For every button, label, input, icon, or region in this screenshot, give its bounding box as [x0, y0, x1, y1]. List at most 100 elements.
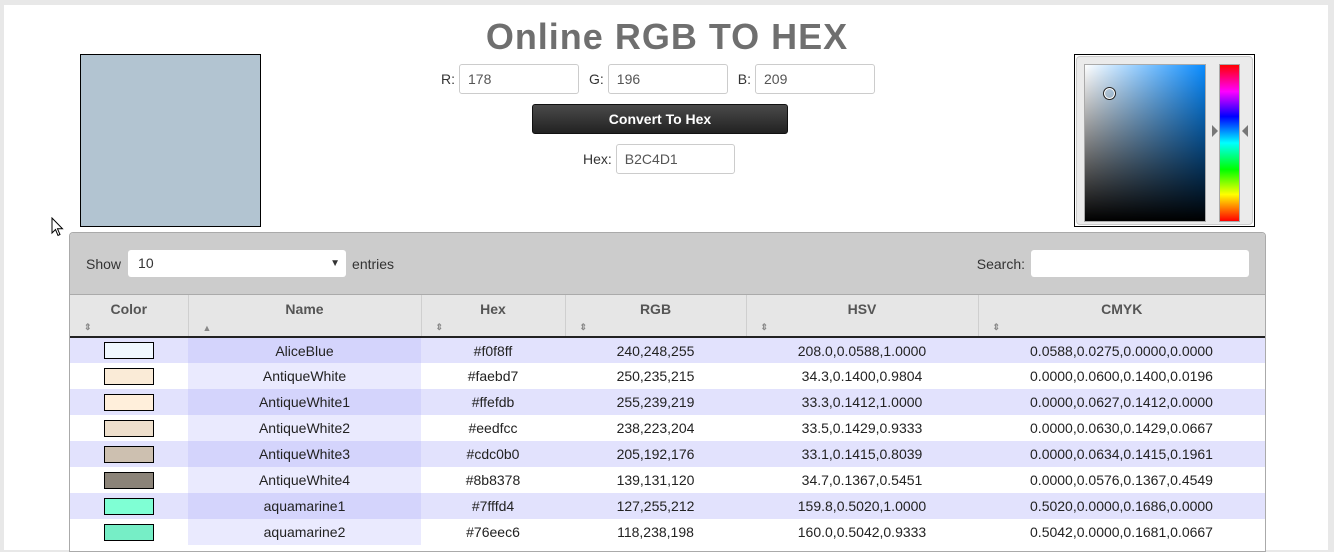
b-input[interactable]: [755, 64, 876, 94]
entries-label: entries: [352, 255, 395, 272]
colors-datatable: Show 10 ▼ entries Search: Color ⇕ Name ▲ H…: [69, 232, 1266, 552]
name-cell: AliceBlue: [188, 337, 421, 363]
color-picker: [1074, 54, 1255, 227]
color-swatch: [104, 471, 154, 489]
cmyk-cell: 0.0000,0.0576,0.1367,0.4549: [978, 467, 1265, 493]
column-header-hsv[interactable]: HSV ⇕: [746, 295, 979, 338]
hue-arrow-right-icon: [1212, 125, 1218, 137]
color-swatch-cell: [70, 337, 188, 363]
color-preview: [80, 54, 261, 227]
hsv-cell: 34.3,0.1400,0.9804: [746, 363, 978, 389]
name-cell: AntiqueWhite3: [188, 441, 421, 467]
column-header-name[interactable]: Name ▲: [188, 295, 422, 338]
page-title: Online RGB TO HEX: [485, 16, 849, 57]
search-label: Search:: [976, 255, 1025, 272]
color-swatch-cell: [70, 519, 188, 545]
color-picker-panel: [1076, 56, 1253, 225]
hex-cell: #f0f8ff: [421, 337, 565, 363]
hex-output-row: Hex:: [583, 144, 735, 174]
hex-cell: #8b8378: [421, 467, 565, 493]
hex-label: Hex:: [583, 151, 612, 167]
hsv-cell: 34.7,0.1367,0.5451: [746, 467, 978, 493]
table-row[interactable]: AntiqueWhite4 #8b8378 139,131,120 34.7,0.13…: [70, 467, 1265, 493]
color-swatch: [104, 342, 154, 360]
sort-both-icon: ⇕: [579, 322, 588, 332]
color-swatch-cell: [70, 389, 188, 415]
sort-both-icon: ⇕: [992, 322, 1001, 332]
sort-asc-icon: ▲: [202, 323, 212, 333]
name-cell: aquamarine2: [188, 519, 421, 545]
chevron-down-icon: ▼: [330, 258, 341, 269]
hex-cell: #eedfcc: [421, 415, 565, 441]
cmyk-cell: 0.5042,0.0000,0.1681,0.0667: [978, 519, 1265, 545]
cmyk-cell: 0.0000,0.0600,0.1400,0.0196: [978, 363, 1265, 389]
sort-both-icon: ⇕: [760, 322, 769, 332]
color-swatch: [104, 445, 154, 463]
table-controls: Show 10 ▼ entries Search:: [70, 233, 1265, 295]
rgb-cell: 139,131,120: [565, 467, 746, 493]
color-swatch: [104, 393, 154, 411]
hsv-cell: 33.5,0.1429,0.9333: [746, 415, 978, 441]
search-input[interactable]: [1031, 250, 1249, 277]
table-row[interactable]: AntiqueWhite2 #eedfcc 238,223,204 33.5,0.14…: [70, 415, 1265, 441]
name-cell: AntiqueWhite2: [188, 415, 421, 441]
g-label: G:: [589, 71, 604, 87]
r-label: R:: [441, 71, 455, 87]
cmyk-cell: 0.0000,0.0630,0.1429,0.0667: [978, 415, 1265, 441]
hsv-cell: 160.0,0.5042,0.9333: [746, 519, 978, 545]
table-header-row: Color ⇕ Name ▲ Hex ⇕ RGB ⇕ HSV ⇕ CMYK ⇕: [70, 295, 1265, 338]
rgb-input-row: R: G: B:: [441, 64, 876, 94]
color-swatch: [104, 523, 154, 541]
table-row[interactable]: AntiqueWhite1 #ffefdb 255,239,219 33.3,0.14…: [70, 389, 1265, 415]
column-header-rgb[interactable]: RGB ⇕: [565, 295, 747, 338]
color-swatch-cell: [70, 415, 188, 441]
cmyk-cell: 0.5020,0.0000,0.1686,0.0000: [978, 493, 1265, 519]
hex-cell: #cdc0b0: [421, 441, 565, 467]
color-swatch-cell: [70, 441, 188, 467]
column-header-hex[interactable]: Hex ⇕: [421, 295, 566, 338]
sort-both-icon: ⇕: [84, 322, 92, 332]
rgb-cell: 255,239,219: [565, 389, 746, 415]
rgb-cell: 118,238,198: [565, 519, 746, 545]
table-row[interactable]: AntiqueWhite #faebd7 250,235,215 34.3,0.140…: [70, 363, 1265, 389]
hsv-cell: 33.3,0.1412,1.0000: [746, 389, 978, 415]
colors-table: Color ⇕ Name ▲ Hex ⇕ RGB ⇕ HSV ⇕ CMYK ⇕ AliceB…: [70, 295, 1265, 545]
column-header-color[interactable]: Color ⇕: [70, 295, 189, 338]
sort-both-icon: ⇕: [435, 322, 444, 332]
g-input[interactable]: [607, 64, 728, 94]
b-label: B:: [737, 71, 752, 87]
hex-cell: #ffefdb: [421, 389, 565, 415]
entries-select[interactable]: 10 ▼: [128, 250, 347, 277]
name-cell: AntiqueWhite1: [188, 389, 421, 415]
color-swatch-cell: [70, 467, 188, 493]
color-swatch-cell: [70, 363, 188, 389]
table-row[interactable]: aquamarine2 #76eec6 118,238,198 160.0,0.504…: [70, 519, 1265, 545]
show-label: Show: [86, 255, 122, 272]
picker-cursor-icon[interactable]: [1103, 87, 1116, 100]
saturation-value-field[interactable]: [1084, 64, 1206, 222]
hue-slider[interactable]: [1219, 64, 1240, 222]
r-input[interactable]: [459, 64, 579, 94]
color-swatch: [104, 367, 154, 385]
hue-arrow-left-icon: [1242, 125, 1248, 137]
mouse-pointer-icon: [51, 217, 64, 237]
rgb-cell: 238,223,204: [565, 415, 746, 441]
hsv-cell: 159.8,0.5020,1.0000: [746, 493, 978, 519]
table-row[interactable]: AliceBlue #f0f8ff 240,248,255 208.0,0.0588,…: [70, 337, 1265, 363]
rgb-cell: 205,192,176: [565, 441, 746, 467]
cmyk-cell: 0.0588,0.0275,0.0000,0.0000: [978, 337, 1265, 363]
hex-input[interactable]: [615, 144, 735, 174]
table-row[interactable]: AntiqueWhite3 #cdc0b0 205,192,176 33.1,0.14…: [70, 441, 1265, 467]
table-row[interactable]: aquamarine1 #7fffd4 127,255,212 159.8,0.502…: [70, 493, 1265, 519]
convert-to-hex-button[interactable]: Convert To Hex: [532, 104, 788, 134]
color-swatch: [104, 497, 154, 515]
name-cell: aquamarine1: [188, 493, 421, 519]
rgb-cell: 127,255,212: [565, 493, 746, 519]
column-header-cmyk[interactable]: CMYK ⇕: [978, 295, 1265, 338]
rgb-cell: 250,235,215: [565, 363, 746, 389]
hex-cell: #faebd7: [421, 363, 565, 389]
rgb-cell: 240,248,255: [565, 337, 746, 363]
hex-cell: #76eec6: [421, 519, 565, 545]
name-cell: AntiqueWhite: [188, 363, 421, 389]
hsv-cell: 33.1,0.1415,0.8039: [746, 441, 978, 467]
